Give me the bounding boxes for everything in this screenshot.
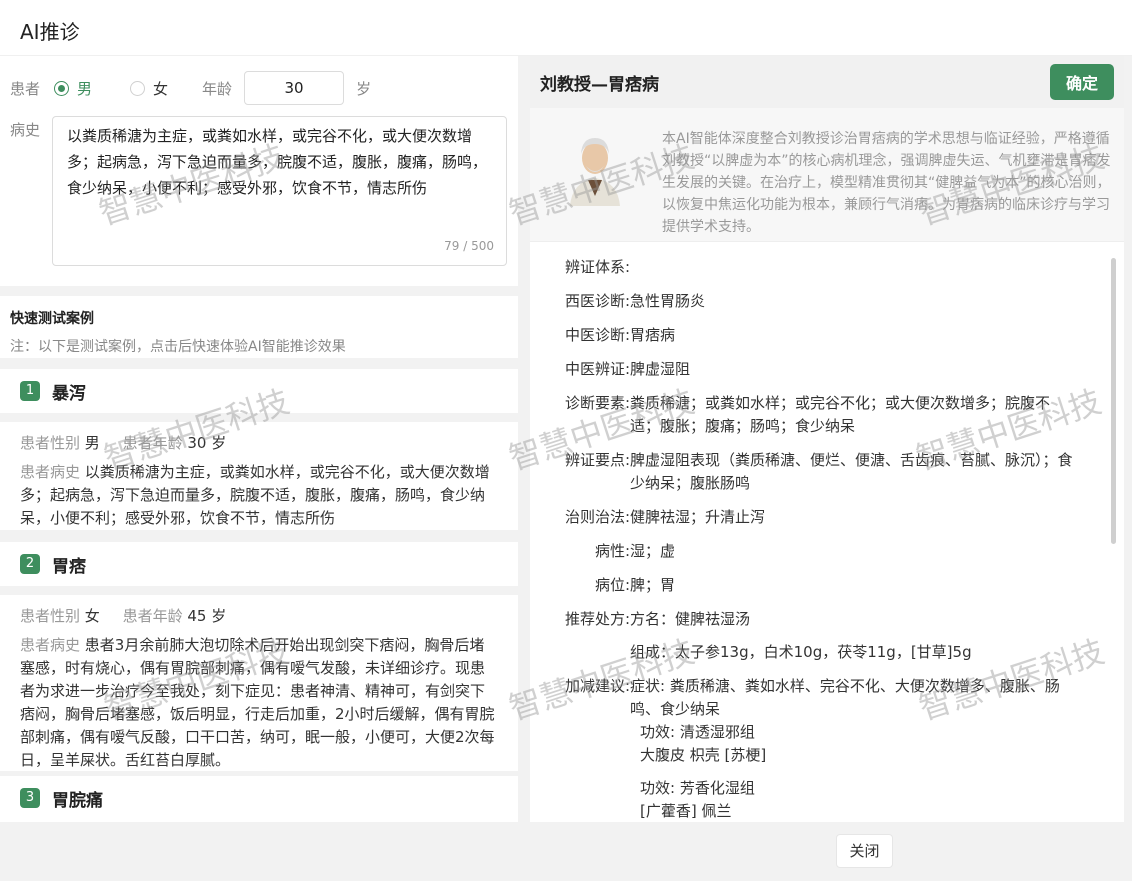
case-number-badge: 3 bbox=[20, 788, 40, 808]
prescription-name: 方名：健脾祛湿汤 bbox=[630, 610, 751, 628]
age-input[interactable] bbox=[244, 71, 345, 105]
quick-cases-note: 注：以下是测试案例，点击后快速体验AI智能推诊效果 bbox=[10, 339, 346, 355]
male-label[interactable]: 男 bbox=[77, 78, 92, 99]
history-label: 患者病史 bbox=[20, 636, 81, 654]
intro-text: 本AI智能体深度整合刘教授诊治胃痞病的学术思想与临证经验，严格遵循刘教授“以脾虚… bbox=[662, 131, 1111, 235]
result-value: 脾；胃 bbox=[630, 576, 676, 594]
result-scrollbar[interactable] bbox=[1111, 258, 1116, 544]
age-unit: 岁 bbox=[356, 79, 372, 98]
dialog-footer: 关闭 bbox=[0, 822, 1132, 881]
gender-value: 男 bbox=[84, 434, 100, 452]
result-row: 西医诊断: 急性胃肠炎 bbox=[530, 290, 1124, 313]
result-value: 脾虚湿阻 bbox=[630, 360, 691, 378]
case-title: 胃痞 bbox=[52, 556, 86, 577]
case-number-badge: 1 bbox=[20, 381, 40, 401]
gender-label: 患者性别 bbox=[20, 434, 81, 452]
prescription-key: 推荐处方: bbox=[564, 610, 630, 628]
case-header: 2 胃痞 bbox=[0, 542, 518, 586]
age-unit: 岁 bbox=[211, 434, 227, 452]
result-row: 辨证体系: bbox=[530, 256, 1124, 279]
result-value: 湿；虚 bbox=[630, 542, 676, 560]
case-detail[interactable]: 患者性别 女 患者年龄 45 岁 患者病史 患者3月余前肺大泡切除术后开始出现剑… bbox=[0, 595, 518, 771]
confirm-button[interactable]: 确定 bbox=[1049, 64, 1114, 100]
case-title: 胃脘痛 bbox=[52, 790, 103, 811]
history-text: 以粪质稀溏为主症，或粪如水样，或完谷不化，或大便次数增多；起病急，泻下急迫而量多… bbox=[67, 127, 488, 197]
diagnosis-result[interactable]: 辨证体系: 西医诊断: 急性胃肠炎 中医诊断: 胃痞病 中医辨证: 脾虚湿阻 诊… bbox=[530, 242, 1124, 822]
female-label[interactable]: 女 bbox=[153, 78, 168, 99]
modify-row: 加减建议: 症状: 粪质稀溏、粪如水样、完谷不化、大便次数增多、腹胀、肠鸣、食少… bbox=[530, 675, 1124, 822]
case-header: 1 暴泻 bbox=[0, 369, 518, 413]
result-value: 胃痞病 bbox=[630, 326, 676, 344]
case-title: 暴泻 bbox=[52, 383, 86, 404]
left-column: 患者 男 女 年龄 岁 病史 以粪质稀溏为主症，或粪如水样，或完谷不化，或大便次… bbox=[0, 56, 518, 822]
patient-label: 患者 bbox=[10, 79, 41, 98]
case-header: 3 胃脘痛 bbox=[0, 776, 518, 820]
quick-cases-title: 快速测试案例 bbox=[10, 311, 94, 327]
age-value: 45 bbox=[187, 607, 207, 625]
result-key: 病位: bbox=[594, 576, 630, 594]
prescription-composition: 组成：太子参13g，白术10g，茯苓11g，[甘草]5g bbox=[630, 643, 972, 661]
result-key: 辨证要点: bbox=[564, 451, 630, 469]
case-card[interactable]: 3 胃脘痛 bbox=[0, 776, 518, 822]
patient-form: 患者 男 女 年龄 岁 病史 以粪质稀溏为主症，或粪如水样，或完谷不化，或大便次… bbox=[0, 56, 518, 286]
result-key: 辨证体系: bbox=[564, 258, 630, 276]
result-value: 粪质稀溏；或粪如水样；或完谷不化；或大便次数增多；脘腹不适；腹胀；腹痛；肠鸣；食… bbox=[630, 394, 1051, 435]
age-label: 患者年龄 bbox=[122, 607, 183, 625]
result-row: 病性: 湿；虚 bbox=[530, 540, 1124, 563]
diagnosis-panel: 刘教授—胃痞病 确定 本AI智能体深度整合刘教授诊治胃痞病的学术思想与临证经验，… bbox=[530, 56, 1124, 822]
result-row: 中医诊断: 胃痞病 bbox=[530, 324, 1124, 347]
history-value: 以粪质稀溏为主症，或粪如水样，或完谷不化，或大便次数增多；起病急，泻下急迫而量多… bbox=[20, 463, 490, 527]
char-counter: 79 / 500 bbox=[444, 239, 494, 253]
gender-label: 患者性别 bbox=[20, 607, 81, 625]
result-row: 治则治法: 健脾祛湿；升清止泻 bbox=[530, 506, 1124, 529]
result-value: 急性胃肠炎 bbox=[630, 292, 706, 310]
history-label: 病史 bbox=[10, 121, 41, 139]
modify-key: 加减建议: bbox=[564, 677, 630, 695]
age-value: 30 bbox=[187, 434, 207, 452]
modify-effect: 功效: 芳香化湿组 bbox=[640, 779, 755, 797]
dialog-body: 患者 男 女 年龄 岁 病史 以粪质稀溏为主症，或粪如水样，或完谷不化，或大便次… bbox=[0, 56, 1132, 822]
result-key: 中医诊断: bbox=[564, 326, 630, 344]
modify-value: 症状: 粪质稀溏、粪如水样、完谷不化、大便次数增多、腹胀、肠鸣、食少纳呆 功效:… bbox=[630, 675, 1075, 822]
modify-herbs: 大腹皮 枳壳 [苏梗] bbox=[640, 746, 767, 764]
history-textarea[interactable]: 以粪质稀溏为主症，或粪如水样，或完谷不化，或大便次数增多；起病急，泻下急迫而量多… bbox=[52, 116, 507, 266]
age-label: 年龄 bbox=[202, 79, 233, 98]
male-radio[interactable] bbox=[54, 80, 70, 96]
age-label: 患者年龄 bbox=[122, 434, 183, 452]
modify-effect: 功效: 清透湿邪组 bbox=[640, 723, 755, 741]
modify-herbs: [广藿香] 佩兰 bbox=[640, 802, 732, 820]
result-row: 中医辨证: 脾虚湿阻 bbox=[530, 358, 1124, 381]
history-label: 患者病史 bbox=[20, 463, 81, 481]
result-key: 中医辨证: bbox=[564, 360, 630, 378]
expert-intro: 本AI智能体深度整合刘教授诊治胃痞病的学术思想与临证经验，严格遵循刘教授“以脾虚… bbox=[530, 108, 1124, 242]
quick-cases-header: 快速测试案例 注：以下是测试案例，点击后快速体验AI智能推诊效果 bbox=[0, 296, 518, 358]
history-value: 患者3月余前肺大泡切除术后开始出现剑突下痞闷，胸骨后堵塞感，时有烧心，偶有胃脘部… bbox=[20, 636, 495, 769]
case-number-badge: 2 bbox=[20, 554, 40, 574]
prescription-row: 推荐处方: 方名：健脾祛湿汤 组成：太子参13g，白术10g，茯苓11g，[甘草… bbox=[530, 608, 1124, 664]
dialog-title: AI推诊 bbox=[0, 0, 1132, 56]
case-card[interactable]: 1 暴泻 bbox=[0, 369, 518, 413]
result-key: 治则治法: bbox=[564, 508, 630, 526]
result-key: 病性: bbox=[594, 542, 630, 560]
result-row: 辨证要点: 脾虚湿阻表现（粪质稀溏、便烂、便溏、舌齿痕、苔腻、脉沉）；食少纳呆；… bbox=[530, 449, 1124, 495]
result-key: 西医诊断: bbox=[564, 292, 630, 310]
result-key: 诊断要素: bbox=[564, 394, 630, 412]
result-value: 脾虚湿阻表现（粪质稀溏、便烂、便溏、舌齿痕、苔腻、脉沉）；食少纳呆；腹胀肠鸣 bbox=[630, 451, 1073, 492]
panel-header: 刘教授—胃痞病 确定 bbox=[530, 56, 1124, 108]
panel-title: 刘教授—胃痞病 bbox=[540, 74, 659, 95]
result-value bbox=[630, 256, 1075, 279]
case-detail[interactable]: 患者性别 男 患者年龄 30 岁 患者病史 以粪质稀溏为主症，或粪如水样，或完谷… bbox=[0, 422, 518, 530]
case-card[interactable]: 2 胃痞 bbox=[0, 542, 518, 586]
gender-value: 女 bbox=[84, 607, 100, 625]
modify-symptom: 症状: 粪质稀溏、粪如水样、完谷不化、大便次数增多、腹胀、肠鸣、食少纳呆 bbox=[630, 677, 1060, 718]
result-row: 病位: 脾；胃 bbox=[530, 574, 1124, 597]
professor-avatar bbox=[560, 126, 630, 206]
prescription-value: 方名：健脾祛湿汤 组成：太子参13g，白术10g，茯苓11g，[甘草]5g bbox=[630, 608, 1075, 664]
age-unit: 岁 bbox=[211, 607, 227, 625]
female-radio[interactable] bbox=[130, 80, 146, 96]
result-row: 诊断要素: 粪质稀溏；或粪如水样；或完谷不化；或大便次数增多；脘腹不适；腹胀；腹… bbox=[530, 392, 1124, 438]
result-value: 健脾祛湿；升清止泻 bbox=[630, 508, 766, 526]
close-button[interactable]: 关闭 bbox=[836, 834, 893, 868]
